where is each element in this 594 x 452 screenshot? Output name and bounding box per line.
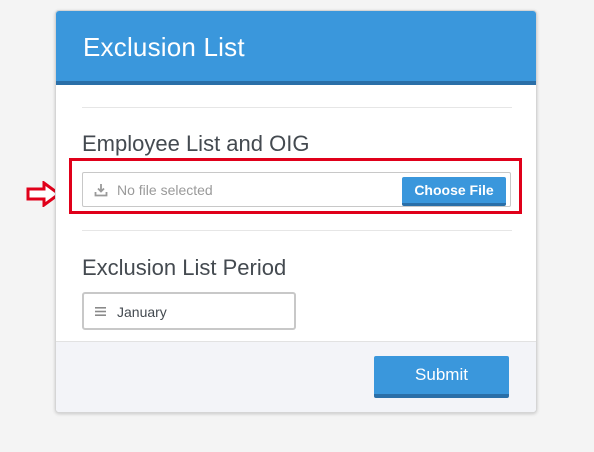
- file-placeholder: No file selected: [117, 182, 213, 198]
- exclusion-list-card: Exclusion List Employee List and OIG No …: [55, 10, 537, 413]
- card-header: Exclusion List: [56, 11, 536, 85]
- divider: [82, 107, 512, 108]
- exclusion-period-label: Exclusion List Period: [82, 255, 287, 280]
- period-select[interactable]: January: [82, 292, 296, 330]
- choose-file-button[interactable]: Choose File: [402, 177, 506, 206]
- submit-button[interactable]: Submit: [374, 356, 509, 398]
- file-upload-field[interactable]: No file selected Choose File: [82, 172, 511, 207]
- employee-list-label: Employee List and OIG: [82, 131, 310, 156]
- divider: [82, 230, 512, 231]
- menu-lines-icon: [95, 307, 106, 316]
- download-icon: [94, 184, 108, 197]
- card-title: Exclusion List: [83, 32, 245, 62]
- period-select-value: January: [117, 304, 167, 320]
- card-footer: Submit: [56, 341, 536, 412]
